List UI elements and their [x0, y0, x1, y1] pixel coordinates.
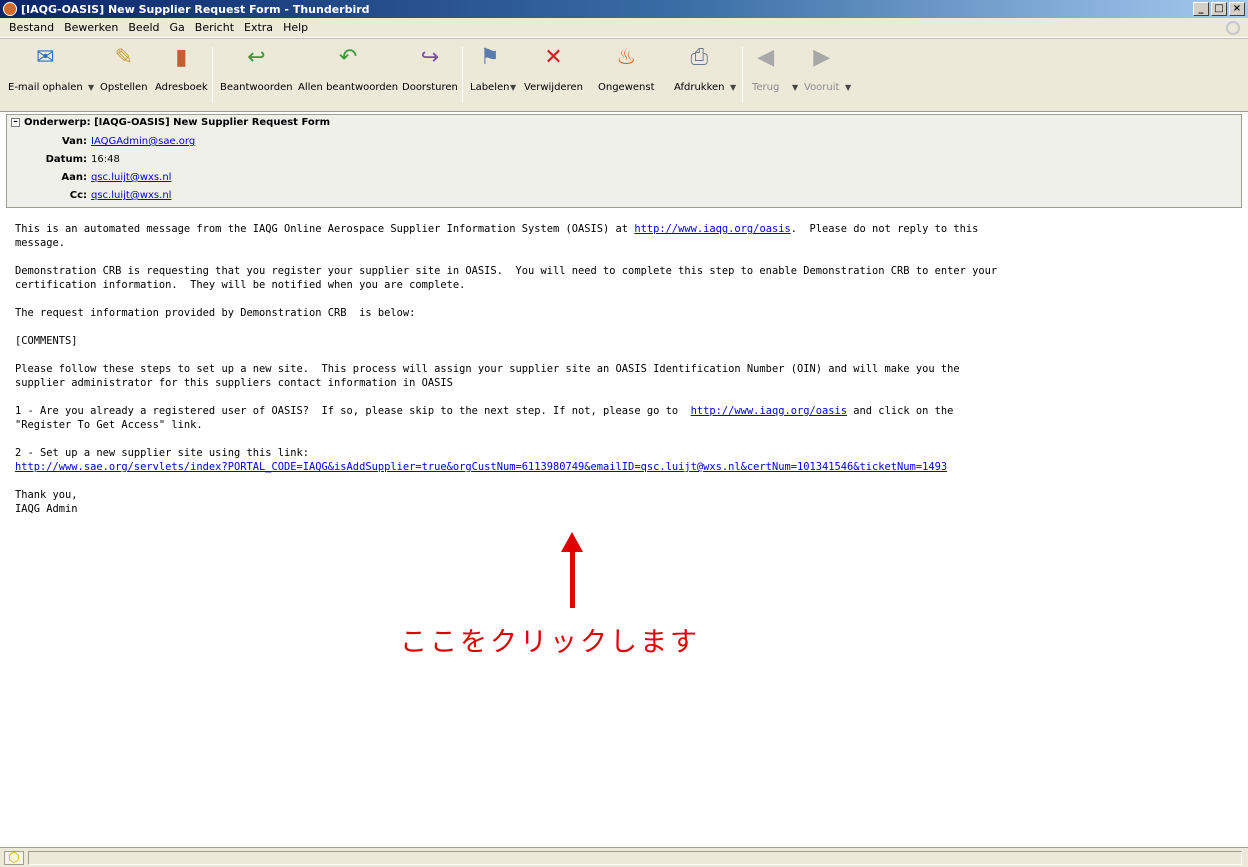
forward-nav-label: Vooruit	[804, 82, 840, 93]
print-button[interactable]: ⎙ Afdrukken	[674, 45, 725, 93]
activity-throbber-icon	[1226, 21, 1240, 35]
toolbar-separator	[212, 47, 213, 103]
forward-nav-dropdown-icon[interactable]: ▼	[845, 83, 851, 92]
close-button[interactable]: ×	[1229, 2, 1245, 16]
from-row: Van: IAQGAdmin@sae.org	[7, 136, 195, 147]
status-bar: ◯	[0, 847, 1248, 867]
body-paragraph-request: Demonstration CRB is requesting that you…	[15, 265, 998, 291]
forward-label: Doorsturen	[402, 82, 458, 93]
menubar: Bestand Bewerken Beeld Ga Bericht Extra …	[0, 18, 1248, 38]
body-paragraph-intro: This is an automated message from the IA…	[15, 222, 1235, 250]
from-address-link[interactable]: IAQGAdmin@sae.org	[91, 136, 195, 147]
cc-label: Cc:	[69, 190, 87, 201]
get-mail-button[interactable]: ✉ E-mail ophalen	[8, 45, 83, 93]
tag-dropdown-icon[interactable]: ▼	[510, 83, 516, 92]
tag-label: Labelen	[470, 82, 510, 93]
forward-icon: ↪	[420, 45, 440, 70]
body-text: 2 - Set up a new supplier site using thi…	[15, 447, 310, 459]
menu-extra[interactable]: Extra	[239, 21, 278, 34]
toolbar-separator	[742, 47, 743, 103]
body-paragraph-comments: [COMMENTS]	[15, 335, 78, 347]
reply-button[interactable]: ↩ Beantwoorden	[220, 45, 293, 93]
subject-label: Onderwerp:	[24, 117, 91, 128]
to-label: Aan:	[61, 172, 87, 183]
menu-bewerken[interactable]: Bewerken	[59, 21, 123, 34]
toolbar-separator	[462, 47, 463, 103]
oasis-link[interactable]: http://www.iaqg.org/oasis	[634, 223, 790, 235]
forward-button[interactable]: ↪ Doorsturen	[402, 45, 458, 93]
compose-button[interactable]: ✎ Opstellen	[100, 45, 148, 93]
date-value: 16:48	[91, 154, 120, 165]
print-label: Afdrukken	[674, 82, 725, 93]
reply-label: Beantwoorden	[220, 82, 293, 93]
status-text-panel	[28, 851, 1242, 865]
menu-bestand[interactable]: Bestand	[4, 21, 59, 34]
reply-all-label: Allen beantwoorden	[298, 82, 399, 93]
body-paragraph-steps: Please follow these steps to set up a ne…	[15, 363, 960, 389]
body-text: This is an automated message from the IA…	[15, 223, 635, 235]
address-book-label: Adresboek	[155, 82, 208, 93]
back-button[interactable]: ◀ Terug	[752, 45, 779, 93]
back-icon: ◀	[757, 45, 775, 70]
junk-label: Ongewenst	[598, 82, 655, 93]
reply-icon: ↩	[247, 45, 266, 70]
body-paragraph-signoff: Thank you, IAQG Admin	[15, 489, 78, 515]
minimize-button[interactable]: _	[1193, 2, 1209, 16]
subject-row: – Onderwerp: [IAQG-OASIS] New Supplier R…	[11, 117, 330, 128]
message-header-pane: – Onderwerp: [IAQG-OASIS] New Supplier R…	[6, 114, 1242, 208]
message-body: This is an automated message from the IA…	[15, 222, 1235, 530]
menu-beeld[interactable]: Beeld	[123, 21, 164, 34]
to-row: Aan: qsc.luijt@wxs.nl	[7, 172, 171, 183]
get-mail-label: E-mail ophalen	[8, 82, 83, 93]
menu-bericht[interactable]: Bericht	[190, 21, 239, 34]
cc-row: Cc: qsc.luijt@wxs.nl	[7, 190, 172, 201]
new-supplier-site-link[interactable]: http://www.sae.org/servlets/index?PORTAL…	[15, 461, 947, 473]
cc-address-link[interactable]: qsc.luijt@wxs.nl	[91, 190, 171, 201]
get-mail-dropdown-icon[interactable]: ▼	[88, 83, 94, 92]
menu-help[interactable]: Help	[278, 21, 313, 34]
from-label: Van:	[61, 136, 87, 147]
junk-button[interactable]: ♨ Ongewenst	[598, 45, 655, 93]
thunderbird-app-icon	[3, 2, 17, 16]
date-label: Datum:	[45, 154, 87, 165]
to-address-link[interactable]: qsc.luijt@wxs.nl	[91, 172, 171, 183]
address-book-button[interactable]: ▮ Adresboek	[155, 45, 208, 93]
annotation-click-here-text: ここをクリックします	[400, 627, 700, 658]
window-title: [IAQG-OASIS] New Supplier Request Form -…	[21, 2, 370, 16]
forward-nav-icon: ▶	[813, 45, 831, 70]
back-label: Terug	[752, 82, 780, 93]
compose-icon: ✎	[114, 45, 133, 70]
reply-all-button[interactable]: ↶ Allen beantwoorden	[298, 45, 398, 93]
compose-label: Opstellen	[100, 82, 148, 93]
window-titlebar: [IAQG-OASIS] New Supplier Request Form -…	[0, 0, 1248, 18]
back-dropdown-icon[interactable]: ▼	[792, 83, 798, 92]
delete-label: Verwijderen	[524, 82, 583, 93]
get-mail-icon: ✉	[36, 45, 55, 70]
tag-button[interactable]: ⚑ Labelen	[470, 45, 509, 93]
address-book-icon: ▮	[175, 45, 188, 70]
oasis-register-link[interactable]: http://www.iaqg.org/oasis	[691, 405, 847, 417]
body-paragraph-info: The request information provided by Demo…	[15, 307, 416, 319]
delete-icon: ✕	[544, 45, 563, 70]
online-status-icon[interactable]: ◯	[4, 851, 24, 865]
body-paragraph-step2: 2 - Set up a new supplier site using thi…	[15, 446, 1235, 474]
main-toolbar: ✉ E-mail ophalen ▼ ✎ Opstellen ▮ Adresbo…	[0, 38, 1248, 112]
body-text: 1 - Are you already a registered user of…	[15, 405, 691, 417]
maximize-button[interactable]: □	[1211, 2, 1227, 16]
menu-ga[interactable]: Ga	[165, 21, 190, 34]
annotation-arrow-shaft	[570, 548, 575, 608]
reply-all-icon: ↶	[338, 45, 358, 70]
date-row: Datum: 16:48	[7, 154, 120, 165]
body-paragraph-step1: 1 - Are you already a registered user of…	[15, 404, 1235, 432]
junk-icon: ♨	[616, 45, 637, 70]
collapse-header-icon[interactable]: –	[11, 118, 20, 127]
window-controls: _ □ ×	[1193, 2, 1245, 16]
print-icon: ⎙	[690, 45, 709, 70]
delete-button[interactable]: ✕ Verwijderen	[524, 45, 583, 93]
forward-nav-button[interactable]: ▶ Vooruit	[804, 45, 839, 93]
print-dropdown-icon[interactable]: ▼	[730, 83, 736, 92]
subject-value: [IAQG-OASIS] New Supplier Request Form	[94, 117, 331, 128]
tag-icon: ⚑	[479, 45, 500, 70]
